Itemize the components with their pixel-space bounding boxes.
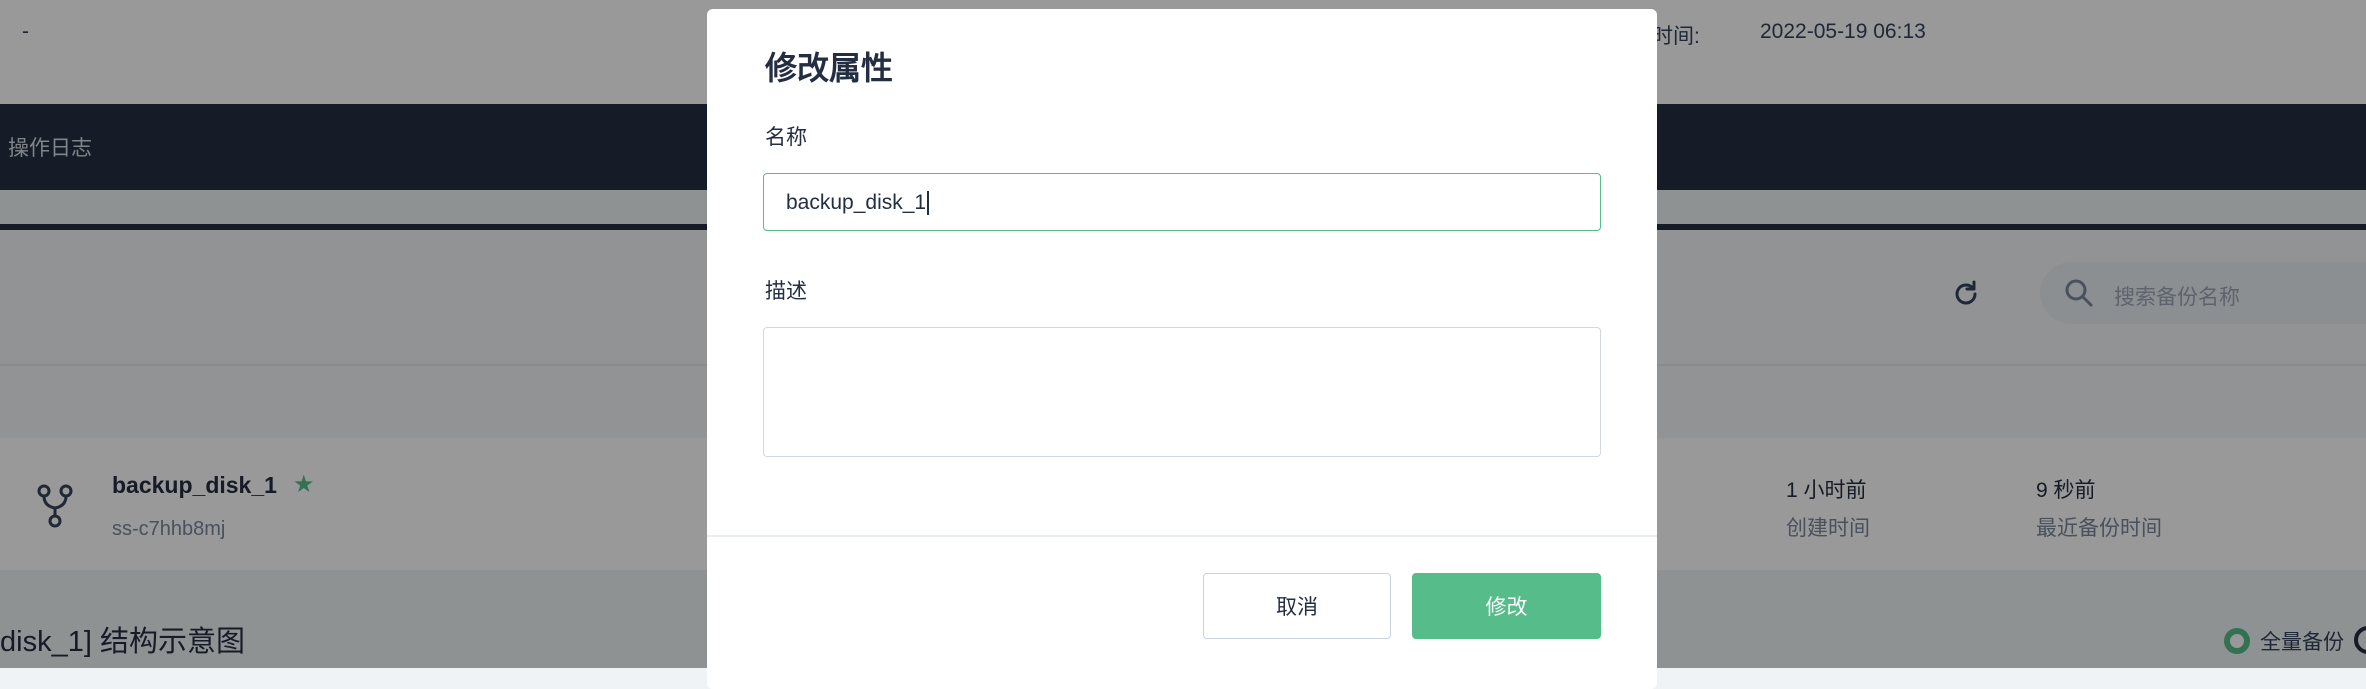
description-field[interactable] xyxy=(763,327,1601,457)
text-caret xyxy=(927,191,930,216)
description-label: 描述 xyxy=(765,280,807,303)
cancel-button[interactable]: 取消 xyxy=(1203,573,1391,639)
name-label: 名称 xyxy=(765,126,807,149)
dialog-footer-divider xyxy=(707,535,1657,537)
name-field-value: backup_disk_1 xyxy=(786,191,930,216)
edit-properties-dialog: 修改属性 名称 backup_disk_1 描述 取消 修改 xyxy=(707,9,1657,689)
submit-button[interactable]: 修改 xyxy=(1412,573,1601,639)
dialog-title: 修改属性 xyxy=(765,50,894,86)
name-field[interactable]: backup_disk_1 xyxy=(763,173,1601,231)
